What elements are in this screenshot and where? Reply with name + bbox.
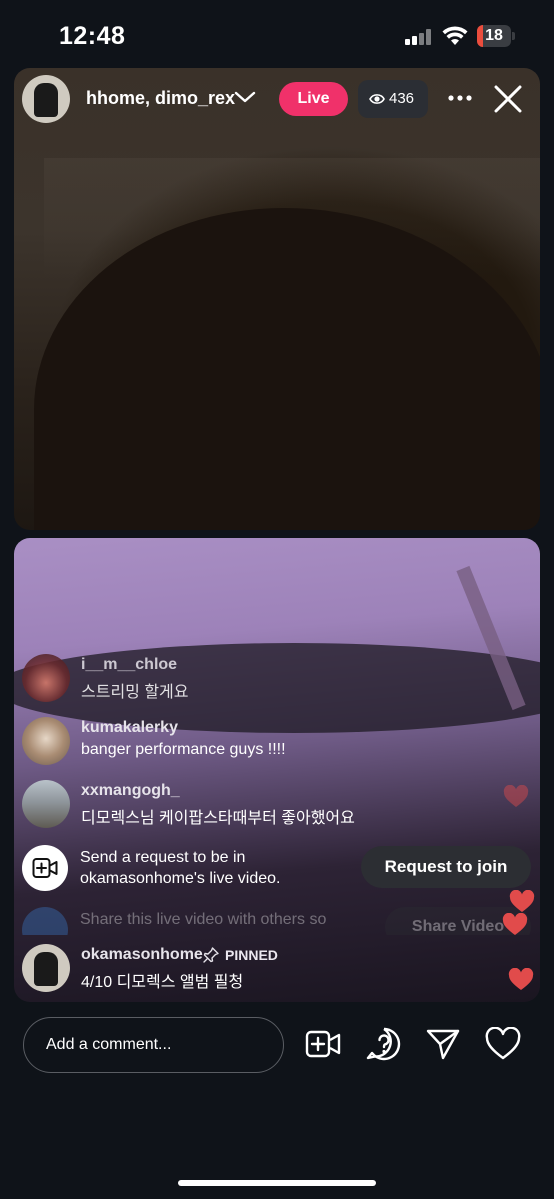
comment-text: banger performance guys !!!!: [81, 741, 286, 758]
viewer-count-badge[interactable]: 436: [358, 80, 428, 118]
join-request-line1: Send a request to be in: [80, 849, 246, 866]
floating-heart-icon: [503, 785, 529, 807]
wifi-icon: [442, 26, 468, 45]
avatar[interactable]: [22, 717, 70, 765]
bottom-bar: [0, 1012, 554, 1082]
status-time: 12:48: [59, 22, 126, 50]
question-icon[interactable]: [366, 1027, 402, 1061]
live-header: hhome, dimo_rex Live 436: [0, 70, 554, 126]
floating-heart-icon: [508, 968, 534, 990]
comment-input[interactable]: [23, 1017, 284, 1073]
share-icon: [22, 907, 68, 935]
share-text: Share this live video with others so: [80, 911, 327, 928]
join-request-text: Send a request to be in okamasonhome's l…: [80, 847, 350, 889]
host-names[interactable]: hhome, dimo_rex: [86, 88, 235, 109]
eye-icon: [369, 94, 385, 104]
floating-heart-icon: [502, 913, 528, 935]
comment-username[interactable]: okamasonhome: [81, 946, 203, 964]
comment-text: 스트리밍 할게요: [81, 684, 189, 701]
comment-text: 4/10 디모렉스 앨범 필청: [81, 974, 244, 991]
comment-text: 디모렉스님 케이팝스타때부터 좋아했어요: [81, 810, 355, 827]
chevron-down-icon[interactable]: [234, 88, 256, 106]
host-avatar[interactable]: [22, 75, 70, 123]
request-to-join-button[interactable]: Request to join: [361, 846, 531, 888]
host-video-feed: [14, 68, 540, 530]
comment-item: kumakalerky banger performance guys !!!!: [22, 717, 522, 767]
live-badge: Live: [279, 82, 348, 116]
share-video-row: Share this live video with others so Sha…: [22, 905, 532, 935]
comment-username[interactable]: i__m__chloe: [81, 656, 177, 674]
battery-percent: 18: [485, 27, 503, 44]
add-video-icon[interactable]: [305, 1027, 341, 1061]
status-bar: 12:48 18: [0, 0, 554, 68]
comment-username[interactable]: xxmangogh_: [81, 782, 180, 800]
comment-username[interactable]: kumakalerky: [81, 719, 178, 737]
pin-icon: [203, 947, 219, 963]
avatar[interactable]: [22, 944, 70, 992]
close-icon[interactable]: [493, 84, 523, 114]
heart-icon[interactable]: [485, 1027, 521, 1061]
battery-icon: 18: [477, 25, 515, 47]
avatar[interactable]: [22, 780, 70, 828]
home-indicator[interactable]: [178, 1180, 376, 1186]
viewer-count: 436: [389, 90, 415, 107]
join-request-line2: okamasonhome's live video.: [80, 870, 281, 887]
floating-heart-icon: [509, 890, 535, 912]
comment-item: xxmangogh_ 디모렉스님 케이팝스타때부터 좋아했어요: [22, 780, 522, 830]
video-add-icon: [22, 845, 68, 891]
join-request-row: Send a request to be in okamasonhome's l…: [22, 843, 532, 893]
pinned-label: PINNED: [225, 947, 278, 963]
pinned-comment: okamasonhome PINNED 4/10 디모렉스 앨범 필청: [22, 944, 522, 994]
avatar[interactable]: [22, 654, 70, 702]
send-icon[interactable]: [425, 1027, 461, 1061]
signal-icon: [405, 29, 433, 45]
more-options-icon[interactable]: [446, 86, 474, 110]
comment-item: i__m__chloe 스트리밍 할게요: [22, 654, 522, 704]
